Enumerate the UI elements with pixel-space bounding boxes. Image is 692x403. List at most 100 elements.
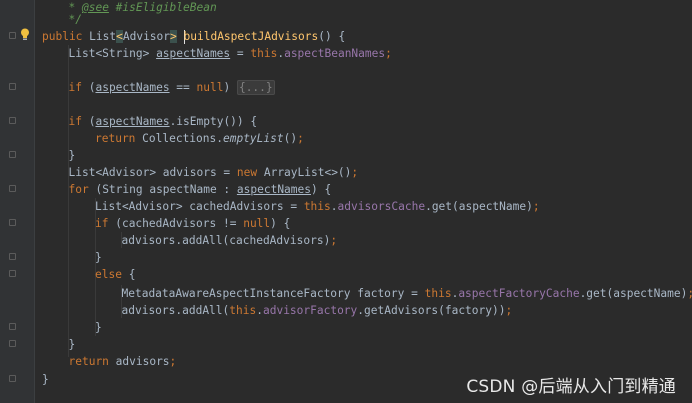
code-content: */ bbox=[69, 11, 82, 28]
code-token: (cachedAdvisors != bbox=[115, 217, 244, 230]
code-token: else bbox=[95, 268, 129, 281]
code-token: ) { bbox=[311, 183, 332, 196]
code-line[interactable]: advisors.addAll(cachedAdvisors); bbox=[0, 232, 692, 249]
code-token: this bbox=[229, 304, 257, 317]
code-token: null bbox=[243, 217, 271, 230]
watermark-text: CSDN @后端从入门到精通 bbox=[466, 377, 676, 397]
code-token: return bbox=[95, 132, 143, 145]
code-token: . bbox=[256, 304, 263, 317]
code-content: } bbox=[95, 249, 102, 266]
code-content: public List<Advisor> buildAspectJAdvisor… bbox=[42, 28, 345, 45]
code-token: advisorFactory bbox=[262, 304, 358, 317]
code-content: if (aspectNames.isEmpty()) { bbox=[69, 113, 258, 130]
code-token: ; bbox=[330, 234, 338, 247]
code-content: if (cachedAdvisors != null) { bbox=[95, 215, 290, 232]
code-token: .get(aspectName) bbox=[579, 287, 688, 300]
code-token: .isEmpty()) { bbox=[169, 115, 258, 128]
code-token: advisorsCache bbox=[337, 200, 426, 213]
code-line[interactable]: */ bbox=[0, 11, 692, 28]
code-token: */ bbox=[68, 13, 82, 26]
code-token: Collections. bbox=[142, 132, 223, 145]
code-content: List<String> aspectNames = this.aspectBe… bbox=[69, 45, 392, 62]
code-content: advisors.addAll(cachedAdvisors); bbox=[122, 232, 338, 249]
code-token: emptyList bbox=[222, 132, 284, 145]
code-line[interactable]: } bbox=[0, 147, 692, 164]
code-content: } bbox=[95, 319, 102, 336]
code-content: MetadataAwareAspectInstanceFactory facto… bbox=[122, 285, 692, 302]
code-token: if bbox=[68, 81, 89, 94]
code-token: } bbox=[68, 149, 76, 162]
code-token: return bbox=[68, 355, 116, 368]
code-content: List<Advisor> advisors = new ArrayList<>… bbox=[69, 164, 359, 181]
code-line[interactable]: } bbox=[0, 319, 692, 336]
code-line[interactable]: } bbox=[0, 336, 692, 353]
code-token: } bbox=[95, 251, 102, 264]
code-token: new bbox=[236, 166, 264, 179]
code-token: List<Advisor> cachedAdvisors = bbox=[95, 200, 304, 213]
code-content: return Collections.emptyList(); bbox=[95, 130, 304, 147]
code-token: ; bbox=[297, 132, 304, 145]
code-line[interactable]: public List<Advisor> buildAspectJAdvisor… bbox=[0, 28, 692, 45]
code-line[interactable]: if (aspectNames.isEmpty()) { bbox=[0, 113, 692, 130]
code-token: < bbox=[116, 30, 123, 43]
code-line[interactable]: if (aspectNames == null) {...} bbox=[0, 79, 692, 96]
code-token: = bbox=[230, 47, 251, 60]
code-content: if (aspectNames == null) {...} bbox=[69, 79, 275, 96]
code-token: this bbox=[250, 47, 278, 60]
code-token: ; bbox=[532, 200, 540, 213]
code-content: advisors.addAll(this.advisorFactory.getA… bbox=[122, 302, 513, 319]
code-token: aspectFactoryCache bbox=[458, 287, 580, 300]
code-editor[interactable]: * @see #isEligibleBean */public List<Advi… bbox=[0, 0, 692, 403]
code-token: List<String> bbox=[68, 47, 157, 60]
code-token: public bbox=[42, 30, 90, 43]
code-line[interactable]: advisors.addAll(this.advisorFactory.getA… bbox=[0, 302, 692, 319]
code-content: return advisors; bbox=[69, 353, 177, 370]
code-token: ; bbox=[169, 355, 177, 368]
code-content: List<Advisor> cachedAdvisors = this.advi… bbox=[95, 198, 540, 215]
code-line[interactable]: List<Advisor> cachedAdvisors = this.advi… bbox=[0, 198, 692, 215]
code-token: advisors.addAll( bbox=[121, 304, 230, 317]
code-token: {...} bbox=[236, 80, 275, 95]
code-line[interactable]: List<Advisor> advisors = new ArrayList<>… bbox=[0, 164, 692, 181]
code-token: ; bbox=[385, 47, 392, 60]
code-line[interactable]: for (String aspectName : aspectNames) { bbox=[0, 181, 692, 198]
code-line[interactable]: } bbox=[0, 249, 692, 266]
code-line[interactable]: return advisors; bbox=[0, 353, 692, 370]
code-token: null bbox=[196, 81, 224, 94]
code-token: .get(aspectName) bbox=[425, 200, 533, 213]
code-token: for bbox=[68, 183, 96, 196]
code-token: == bbox=[169, 81, 197, 94]
code-token: ; bbox=[505, 304, 513, 317]
code-token: aspectNames bbox=[95, 81, 170, 94]
code-token: } bbox=[42, 373, 49, 386]
code-token: this bbox=[303, 200, 331, 213]
code-token: ; bbox=[687, 287, 692, 300]
code-token: aspectNames bbox=[95, 115, 170, 128]
code-token: buildAspectJAdvisors bbox=[183, 30, 319, 43]
code-token: { bbox=[128, 268, 136, 281]
code-line[interactable]: MetadataAwareAspectInstanceFactory facto… bbox=[0, 285, 692, 302]
code-token: List<Advisor> advisors = bbox=[68, 166, 237, 179]
code-token: if bbox=[95, 217, 116, 230]
code-token: this bbox=[424, 287, 452, 300]
code-content: } bbox=[69, 336, 76, 353]
code-content: } bbox=[69, 147, 76, 164]
code-line[interactable]: List<String> aspectNames = this.aspectBe… bbox=[0, 45, 692, 62]
code-token: ) bbox=[223, 81, 237, 94]
code-line[interactable]: if (cachedAdvisors != null) { bbox=[0, 215, 692, 232]
code-token: ; bbox=[351, 166, 359, 179]
code-token: ) { bbox=[270, 217, 291, 230]
code-line[interactable]: else { bbox=[0, 266, 692, 283]
code-token: advisors bbox=[115, 355, 170, 368]
code-token: (String aspectName : bbox=[95, 183, 237, 196]
code-token: } bbox=[95, 321, 102, 334]
code-token: .getAdvisors(factory)) bbox=[357, 304, 506, 317]
code-token: MetadataAwareAspectInstanceFactory facto… bbox=[121, 287, 425, 300]
code-token: Advisor bbox=[122, 30, 171, 43]
code-token: advisors.addAll(cachedAdvisors) bbox=[121, 234, 331, 247]
code-token: List bbox=[89, 30, 117, 43]
code-token: aspectNames bbox=[236, 183, 311, 196]
code-content: else { bbox=[95, 266, 135, 283]
code-token: aspectNames bbox=[156, 47, 231, 60]
code-line[interactable]: return Collections.emptyList(); bbox=[0, 130, 692, 147]
